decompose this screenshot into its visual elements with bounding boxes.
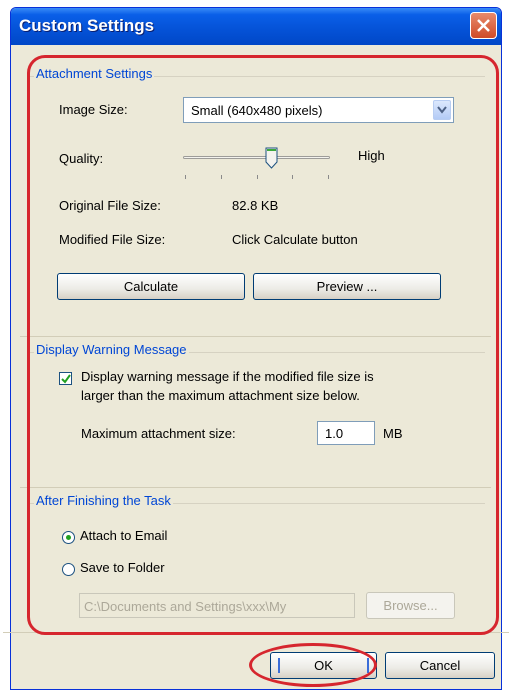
- max-attachment-size-label: Maximum attachment size:: [81, 426, 236, 441]
- chevron-down-icon: [437, 106, 447, 114]
- cancel-button[interactable]: Cancel: [385, 652, 495, 679]
- image-size-label: Image Size:: [59, 102, 128, 117]
- image-size-value: Small (640x480 pixels): [191, 103, 323, 118]
- ok-button[interactable]: OK: [270, 652, 377, 679]
- quality-slider-thumb[interactable]: [265, 147, 278, 169]
- focus-bar-left: [278, 658, 280, 673]
- attach-to-email-label: Attach to Email: [80, 528, 168, 543]
- image-size-select[interactable]: Small (640x480 pixels): [183, 97, 454, 123]
- folder-path-value: C:\Documents and Settings\xxx\My: [84, 599, 287, 614]
- dropdown-button[interactable]: [433, 100, 451, 120]
- slider-tick: [292, 175, 293, 179]
- modified-file-size-label: Modified File Size:: [59, 232, 166, 247]
- ok-label: OK: [314, 658, 333, 673]
- max-attachment-size-input[interactable]: 1.0: [317, 421, 375, 445]
- slider-tick: [328, 175, 329, 179]
- quality-slider-track[interactable]: [183, 156, 330, 159]
- slider-tick: [257, 175, 258, 179]
- attach-to-email-radio[interactable]: [62, 531, 75, 544]
- close-button[interactable]: [470, 12, 497, 39]
- slider-tick: [221, 175, 222, 179]
- display-warning-checkbox[interactable]: [59, 372, 72, 385]
- browse-button[interactable]: Browse...: [366, 592, 455, 619]
- window-title: Custom Settings: [19, 16, 155, 35]
- unit-label: MB: [383, 426, 403, 441]
- radio-selected-dot: [66, 535, 71, 540]
- save-to-folder-label: Save to Folder: [80, 560, 165, 575]
- warning-message-group: Display Warning Message Display warning …: [20, 336, 491, 487]
- calculate-button[interactable]: Calculate: [57, 273, 245, 300]
- after-finishing-legend: After Finishing the Task: [34, 493, 173, 508]
- save-to-folder-radio[interactable]: [62, 563, 75, 576]
- quality-label: Quality:: [59, 151, 104, 166]
- close-icon: [477, 19, 490, 32]
- quality-high-label: High: [358, 148, 385, 163]
- slider-tick: [185, 175, 186, 179]
- dialog-client: Attachment Settings Image Size: Small (6…: [20, 60, 491, 630]
- checkmark-icon: [61, 374, 71, 384]
- modified-file-size-value: Click Calculate button: [232, 232, 358, 247]
- title-bar[interactable]: Custom Settings: [11, 8, 501, 45]
- warning-message-legend: Display Warning Message: [34, 342, 189, 357]
- footer-divider: [3, 632, 509, 633]
- after-finishing-group: After Finishing the Task Attach to Email…: [20, 487, 491, 630]
- attachment-settings-legend: Attachment Settings: [34, 66, 155, 81]
- focus-bar-right: [367, 658, 369, 673]
- display-warning-label-line1: Display warning message if the modified …: [81, 369, 374, 384]
- preview-button[interactable]: Preview ...: [253, 273, 441, 300]
- max-attachment-size-value: 1.0: [325, 426, 344, 441]
- original-file-size-value: 82.8 KB: [232, 198, 279, 213]
- folder-path-input[interactable]: C:\Documents and Settings\xxx\My: [79, 593, 355, 618]
- original-file-size-label: Original File Size:: [59, 198, 161, 213]
- display-warning-label-line2: larger than the maximum attachment size …: [81, 388, 360, 403]
- attachment-settings-group: Attachment Settings Image Size: Small (6…: [20, 60, 491, 336]
